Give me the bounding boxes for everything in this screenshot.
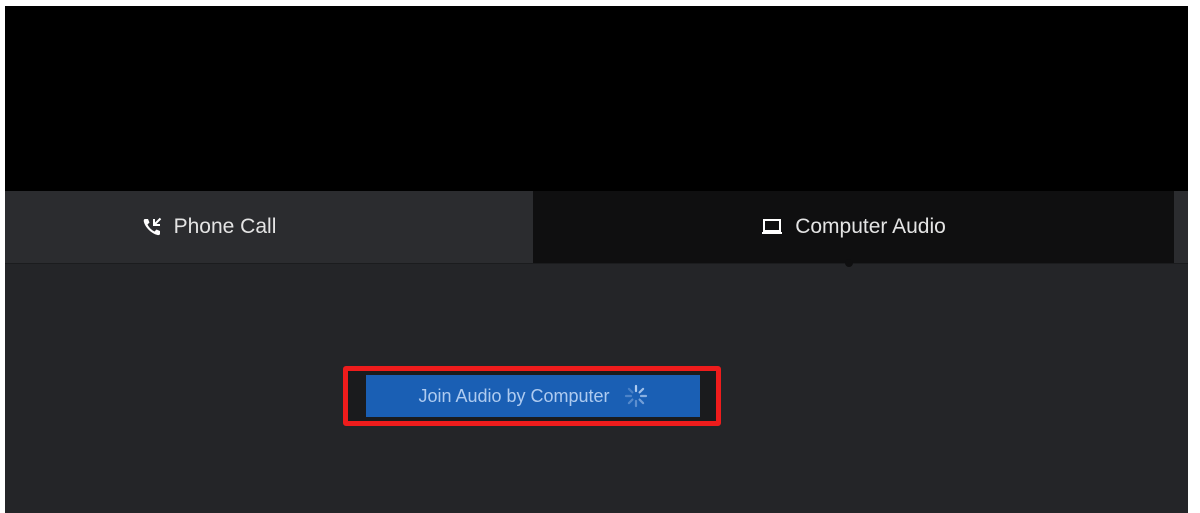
video-preview-area bbox=[5, 6, 1188, 191]
tab-phone-call-label: Phone Call bbox=[173, 215, 277, 238]
join-button-label: Join Audio by Computer bbox=[418, 385, 610, 406]
audio-dialog: Phone Call Computer Audio Join Audio by … bbox=[5, 6, 1188, 513]
phone-call-icon bbox=[142, 217, 162, 237]
tab-phone-call[interactable]: Phone Call bbox=[5, 191, 533, 263]
join-audio-by-computer-button[interactable]: Join Audio by Computer bbox=[366, 375, 700, 417]
tab-computer-audio[interactable]: Computer Audio bbox=[533, 191, 1174, 267]
laptop-icon bbox=[761, 218, 783, 236]
tab-computer-audio-label: Computer Audio bbox=[795, 215, 946, 238]
loading-spinner-icon bbox=[624, 384, 648, 408]
selected-tab-indicator bbox=[845, 259, 853, 267]
join-button-highlight: Join Audio by Computer bbox=[343, 366, 721, 426]
audio-tabs: Phone Call Computer Audio bbox=[5, 191, 1188, 267]
tab-bar-filler bbox=[1174, 191, 1188, 263]
